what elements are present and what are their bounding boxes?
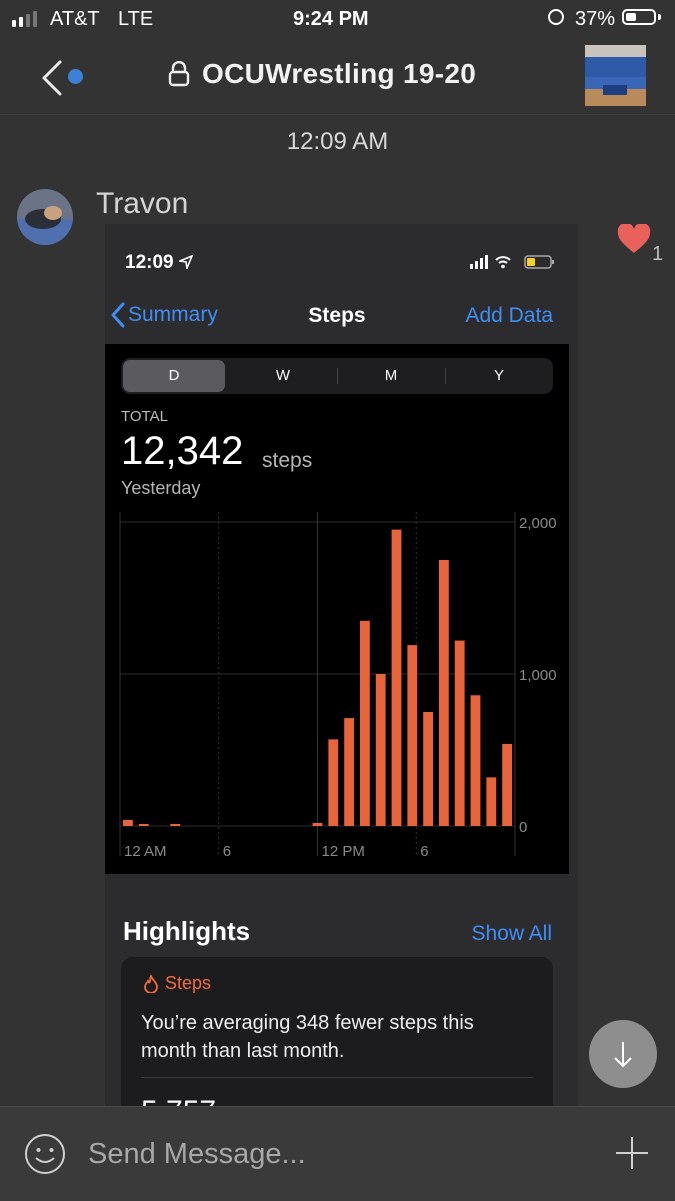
battery-icon (622, 9, 656, 25)
x-tick-label: 12 AM (124, 843, 167, 860)
battery-percent: 37% (575, 8, 616, 30)
scroll-down-button[interactable] (589, 1020, 657, 1088)
total-steps-unit: steps (262, 449, 313, 472)
chart-bar (312, 822, 323, 826)
chart-bar (375, 674, 386, 826)
inner-status-time: 12:09 (125, 252, 174, 273)
alarm-icon (548, 9, 564, 25)
chart-bar (454, 640, 465, 826)
avatar[interactable] (17, 189, 73, 245)
chart-bar (170, 824, 181, 826)
segment-year[interactable]: Y (445, 358, 553, 394)
x-tick-label: 12 PM (322, 843, 365, 860)
chat-title-group[interactable]: OCUWrestling 19-20 (168, 58, 476, 90)
chart-bar (439, 560, 449, 826)
chart-bar (123, 819, 133, 826)
lock-icon (168, 61, 190, 87)
x-tick-label: 6 (420, 843, 428, 860)
back-chevron-icon[interactable] (38, 58, 68, 98)
reaction-count: 1 (652, 243, 664, 265)
inner-status-icons (470, 255, 554, 269)
location-arrow-icon (179, 255, 193, 269)
chart-bar (344, 718, 354, 826)
chart-bar (502, 743, 512, 826)
segment-day[interactable]: D (123, 360, 225, 392)
segment-week[interactable]: W (229, 358, 337, 394)
flame-icon (144, 974, 158, 993)
y-tick-label: 0 (519, 819, 527, 836)
carrier-name: AT&T (50, 8, 100, 30)
x-tick-label: 6 (223, 843, 231, 860)
show-all-link[interactable]: Show All (471, 922, 552, 946)
total-steps-value: 12,342 (121, 429, 244, 473)
status-time: 9:24 PM (293, 8, 369, 30)
add-data-link[interactable]: Add Data (465, 304, 553, 328)
plus-icon[interactable] (614, 1135, 650, 1171)
steps-bar-chart: 2,000 1,000 0 12 AM 6 12 PM 6 (119, 512, 557, 860)
message-input[interactable] (88, 1133, 568, 1175)
status-bar: AT&T LTE 9:24 PM 37% (0, 0, 675, 40)
chart-bar (391, 529, 402, 826)
network-type: LTE (118, 8, 154, 30)
highlight-card-header: Steps (143, 973, 211, 994)
highlights-heading: Highlights (123, 916, 251, 946)
emoji-icon[interactable] (24, 1133, 66, 1175)
chart-bar (360, 620, 370, 826)
signal-icon (12, 11, 37, 27)
chart-bar (470, 695, 481, 826)
period-segmented-control: D W M Y (121, 358, 553, 394)
heart-icon (617, 222, 651, 253)
highlight-category: Steps (165, 973, 212, 993)
highlight-text: You’re averaging 348 fewer steps this mo… (141, 1012, 474, 1062)
chat-header: OCUWrestling 19-20 (0, 40, 675, 115)
chart-bar (486, 777, 497, 826)
battery-nub (658, 14, 661, 20)
chat-title: OCUWrestling 19-20 (202, 58, 477, 89)
group-avatar[interactable] (585, 45, 646, 106)
total-period: Yesterday (121, 478, 201, 498)
chart-bar (407, 645, 418, 826)
y-tick-label: 1,000 (519, 667, 557, 684)
message-composer (0, 1106, 675, 1201)
message-timestamp: 12:09 AM (286, 128, 389, 155)
chart-bar (138, 824, 149, 826)
y-tick-label: 2,000 (519, 515, 557, 532)
chart-bar (423, 712, 433, 826)
reaction[interactable] (617, 222, 651, 259)
sender-name: Travon (96, 187, 189, 220)
total-label: TOTAL (121, 408, 168, 425)
scroll-down-icon (614, 1042, 632, 1068)
unread-dot-icon (68, 69, 83, 84)
highlight-card[interactable]: Steps You’re averaging 348 fewer steps t… (121, 957, 553, 1108)
chart-bar (328, 739, 339, 826)
segment-month[interactable]: M (337, 358, 445, 394)
image-attachment[interactable]: 12:09 Summary Steps Add Data D W M Y TOT… (105, 224, 578, 1108)
card-divider (141, 1077, 533, 1078)
